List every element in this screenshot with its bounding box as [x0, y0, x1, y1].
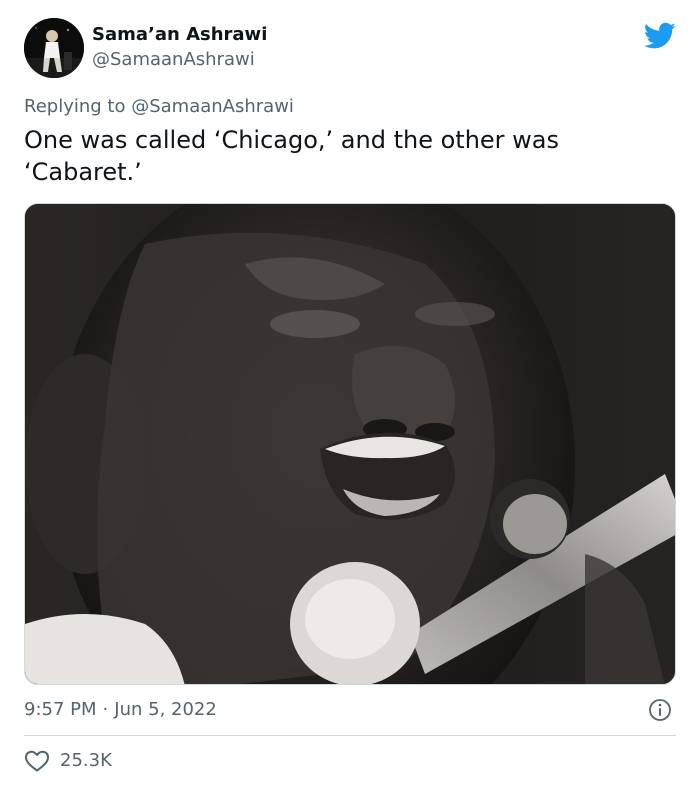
replying-to-mention[interactable]: @SamaanAshrawi — [131, 96, 294, 117]
avatar-image — [24, 18, 84, 78]
tweet-card: Sama’an Ashrawi @SamaanAshrawi Replying … — [0, 0, 700, 788]
tweet-date: Jun 5, 2022 — [114, 699, 217, 720]
info-icon[interactable] — [648, 698, 672, 722]
media-image — [25, 204, 675, 684]
display-name[interactable]: Sama’an Ashrawi — [92, 24, 267, 46]
tweet-timestamp[interactable]: 9:57 PM · Jun 5, 2022 — [24, 697, 676, 723]
avatar[interactable] — [24, 18, 84, 78]
divider — [24, 735, 676, 736]
tweet-time: 9:57 PM — [24, 699, 97, 720]
tweet-header: Sama’an Ashrawi @SamaanAshrawi — [24, 18, 676, 80]
user-handle[interactable]: @SamaanAshrawi — [92, 49, 267, 71]
replying-to-label: Replying to — [24, 96, 132, 117]
user-block: Sama’an Ashrawi @SamaanAshrawi — [92, 24, 267, 71]
like-button[interactable]: 25.3K — [24, 748, 112, 774]
heart-icon — [25, 750, 49, 772]
meta-separator: · — [102, 699, 109, 720]
twitter-bird-icon[interactable] — [644, 22, 676, 50]
tweet-media-photo[interactable] — [24, 203, 676, 685]
like-count: 25.3K — [60, 750, 112, 771]
tweet-text: One was called ‘Chicago,’ and the other … — [24, 126, 560, 186]
replying-to-line: Replying to @SamaanAshrawi — [24, 95, 294, 119]
